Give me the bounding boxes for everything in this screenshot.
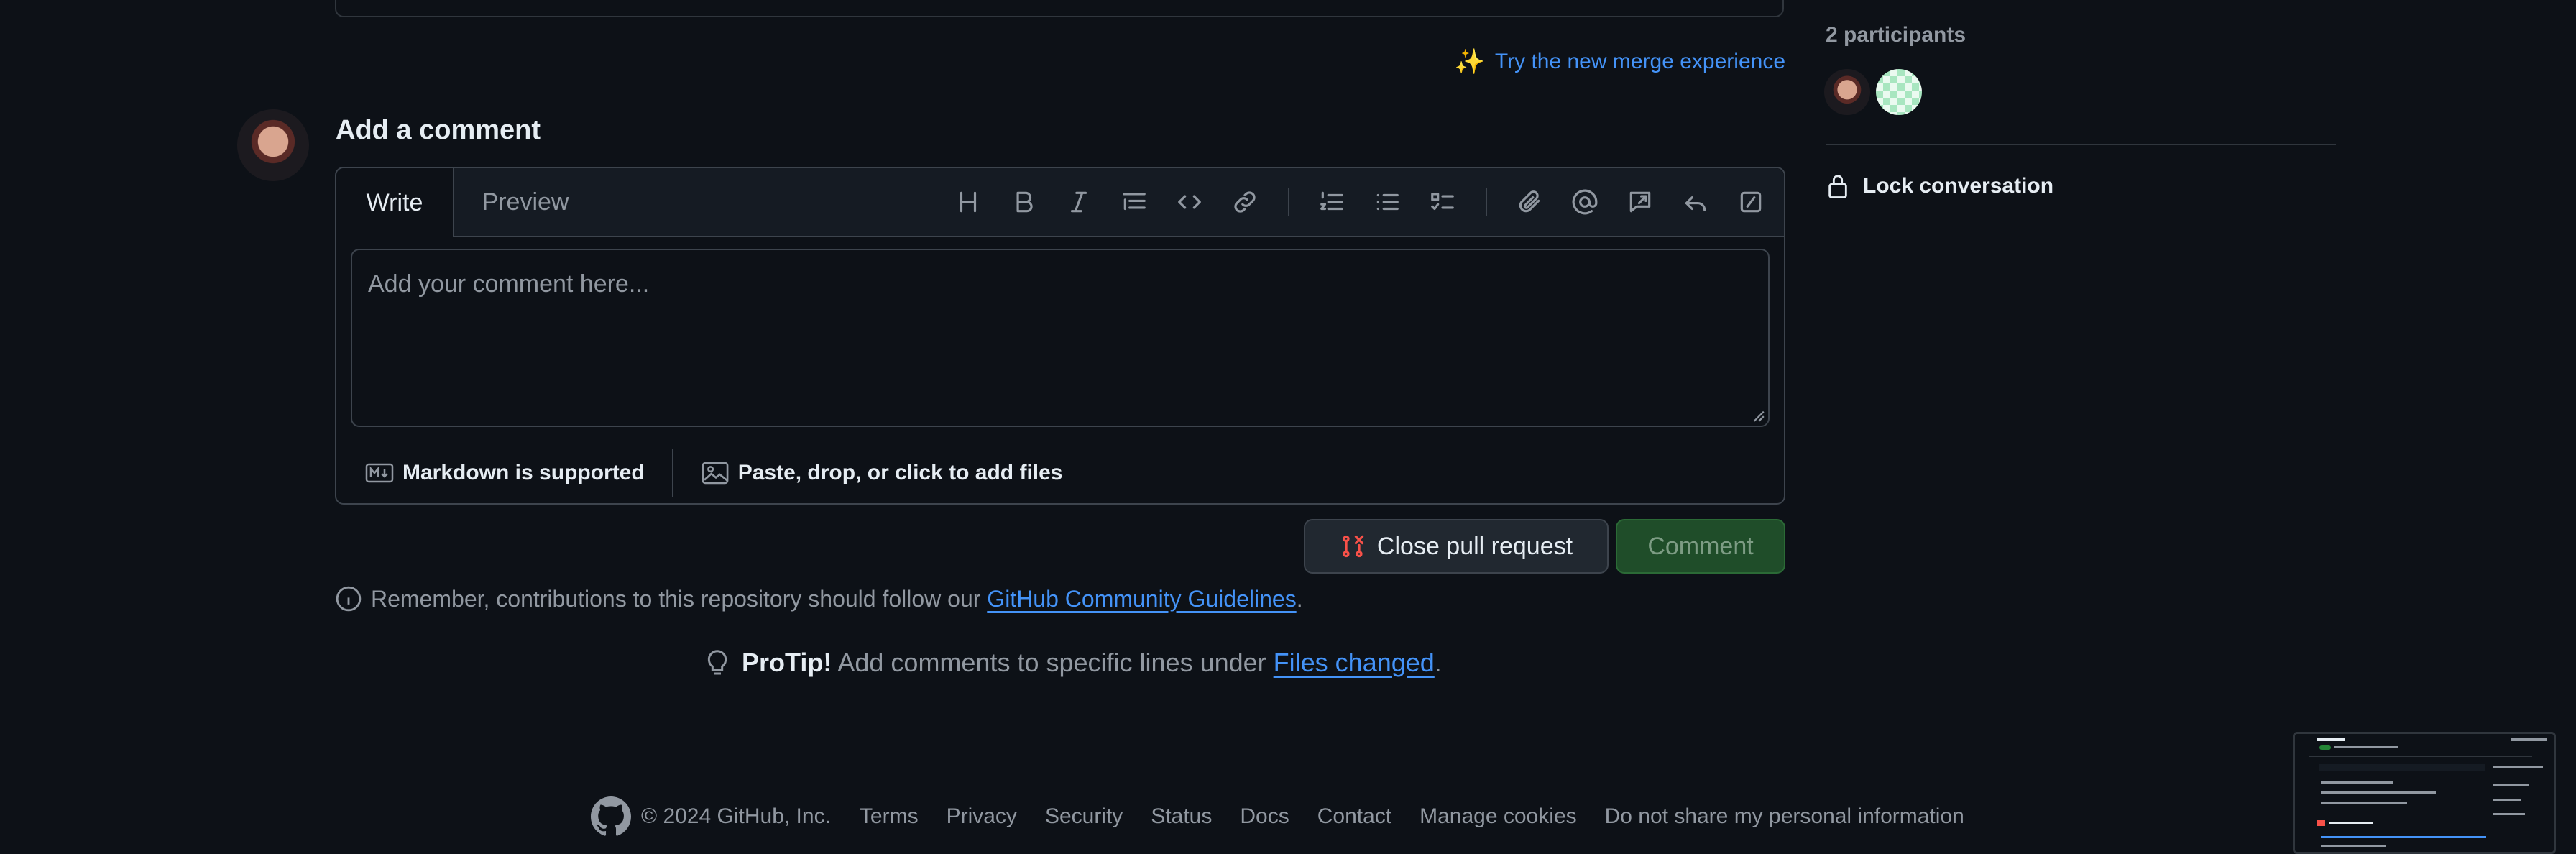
footer-divider [671, 449, 673, 497]
copyright: © 2024 GitHub, Inc. [641, 804, 831, 828]
protip: ProTip! Add comments to specific lines u… [703, 647, 1442, 679]
attach-files-button[interactable]: Paste, drop, or click to add files [701, 461, 1063, 485]
comment-editor: Write Preview Add your comment here... M… [335, 167, 1785, 505]
guidelines-prefix: Remember, contributions to this reposito… [371, 585, 988, 612]
comment-button[interactable]: Comment [1616, 519, 1785, 574]
reply-icon[interactable] [1673, 179, 1719, 225]
participants-title: 2 participants [1826, 23, 1966, 47]
bold-icon[interactable] [1000, 179, 1046, 225]
markdown-icon [365, 463, 394, 483]
protip-label: ProTip! [742, 648, 832, 677]
toolbar-divider [1288, 188, 1289, 216]
mention-icon[interactable] [1562, 179, 1608, 225]
merge-experience-link[interactable]: ✨ Try the new merge experience [1455, 47, 1785, 76]
formatting-toolbar [936, 168, 1774, 236]
guidelines-notice: Remember, contributions to this reposito… [335, 585, 1303, 612]
tab-write[interactable]: Write [336, 168, 454, 237]
attach-icon[interactable] [1506, 179, 1552, 225]
page-minimap[interactable] [2293, 732, 2556, 854]
task-list-icon[interactable] [1420, 179, 1466, 225]
editor-footer: Markdown is supported Paste, drop, or cl… [336, 443, 1784, 503]
footer-link-terms[interactable]: Terms [860, 804, 919, 829]
markdown-support-link[interactable]: Markdown is supported [365, 461, 645, 485]
lock-icon [1828, 175, 1847, 198]
guidelines-suffix: . [1296, 585, 1303, 612]
tab-preview[interactable]: Preview [464, 168, 586, 236]
unordered-list-icon[interactable] [1364, 179, 1410, 225]
user-avatar[interactable] [237, 109, 309, 181]
info-icon [336, 586, 362, 612]
ordered-list-icon[interactable] [1309, 179, 1355, 225]
heading-icon[interactable] [945, 179, 991, 225]
comment-textarea[interactable]: Add your comment here... [351, 249, 1770, 427]
previous-card-edge [335, 0, 1784, 17]
light-bulb-icon [707, 650, 727, 675]
lock-conversation-label: Lock conversation [1863, 174, 2054, 198]
site-footer: © 2024 GitHub, Inc. Terms Privacy Securi… [591, 796, 1992, 837]
editor-tabbar: Write Preview [336, 168, 1784, 237]
files-changed-link[interactable]: Files changed [1274, 648, 1435, 677]
footer-link-do-not-share[interactable]: Do not share my personal information [1605, 804, 1964, 829]
sidebar-divider [1826, 144, 2336, 145]
attach-files-label: Paste, drop, or click to add files [737, 461, 1063, 485]
sparkle-icon: ✨ [1454, 48, 1485, 75]
protip-text: Add comments to specific lines under [832, 648, 1274, 677]
footer-link-contact[interactable]: Contact [1317, 804, 1392, 829]
community-guidelines-link[interactable]: GitHub Community Guidelines [987, 586, 1296, 612]
resize-handle-icon[interactable] [1749, 407, 1765, 423]
slash-commands-icon[interactable] [1728, 179, 1774, 225]
toolbar-divider [1486, 188, 1487, 216]
participant-avatar[interactable] [1824, 69, 1870, 115]
lock-conversation-button[interactable]: Lock conversation [1826, 173, 2053, 200]
reference-icon[interactable] [1617, 179, 1663, 225]
footer-link-status[interactable]: Status [1151, 804, 1212, 829]
link-icon[interactable] [1222, 179, 1268, 225]
participant-avatar[interactable] [1876, 69, 1922, 115]
add-comment-heading: Add a comment [336, 115, 541, 145]
markdown-label: Markdown is supported [402, 461, 645, 485]
minimap-preview [2309, 738, 2547, 847]
protip-suffix: . [1434, 648, 1442, 677]
image-icon [702, 462, 729, 485]
footer-link-docs[interactable]: Docs [1240, 804, 1289, 829]
footer-link-security[interactable]: Security [1045, 804, 1123, 829]
footer-link-privacy[interactable]: Privacy [947, 804, 1017, 829]
code-icon[interactable] [1167, 179, 1213, 225]
quote-icon[interactable] [1111, 179, 1157, 225]
close-pull-request-button[interactable]: Close pull request [1304, 519, 1609, 574]
comment-placeholder: Add your comment here... [368, 270, 650, 298]
merge-experience-label: Try the new merge experience [1494, 50, 1785, 73]
pr-closed-icon [1343, 535, 1364, 558]
close-pull-request-label: Close pull request [1376, 532, 1573, 560]
footer-link-manage-cookies[interactable]: Manage cookies [1420, 804, 1576, 829]
italic-icon[interactable] [1056, 179, 1102, 225]
github-logo-icon[interactable] [591, 796, 631, 837]
